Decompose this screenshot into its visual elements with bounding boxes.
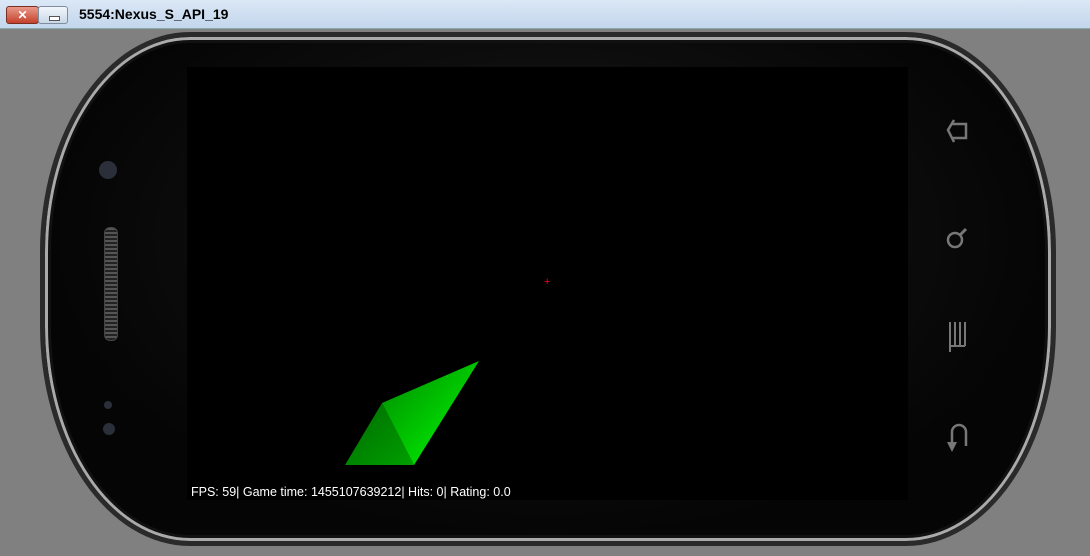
minimize-icon <box>49 16 60 21</box>
back-icon[interactable] <box>940 420 974 454</box>
earpiece-speaker <box>104 227 118 341</box>
front-camera <box>99 161 117 179</box>
close-button[interactable]: ✕ <box>6 6 39 24</box>
game-screen[interactable]: + FPS: 59| Game time: 1455107639212| Hit… <box>187 67 908 500</box>
crosshair: + <box>544 276 551 288</box>
minimize-button[interactable] <box>38 6 68 24</box>
home-icon[interactable] <box>940 116 974 150</box>
window-titlebar: ✕ 5554:Nexus_S_API_19 <box>0 0 1090 29</box>
sensor <box>104 401 112 409</box>
sensor <box>103 423 115 435</box>
search-icon[interactable] <box>940 220 974 254</box>
game-hud: FPS: 59| Game time: 1455107639212| Hits:… <box>191 485 511 499</box>
window-title: 5554:Nexus_S_API_19 <box>79 6 229 22</box>
menu-icon[interactable] <box>940 318 974 352</box>
